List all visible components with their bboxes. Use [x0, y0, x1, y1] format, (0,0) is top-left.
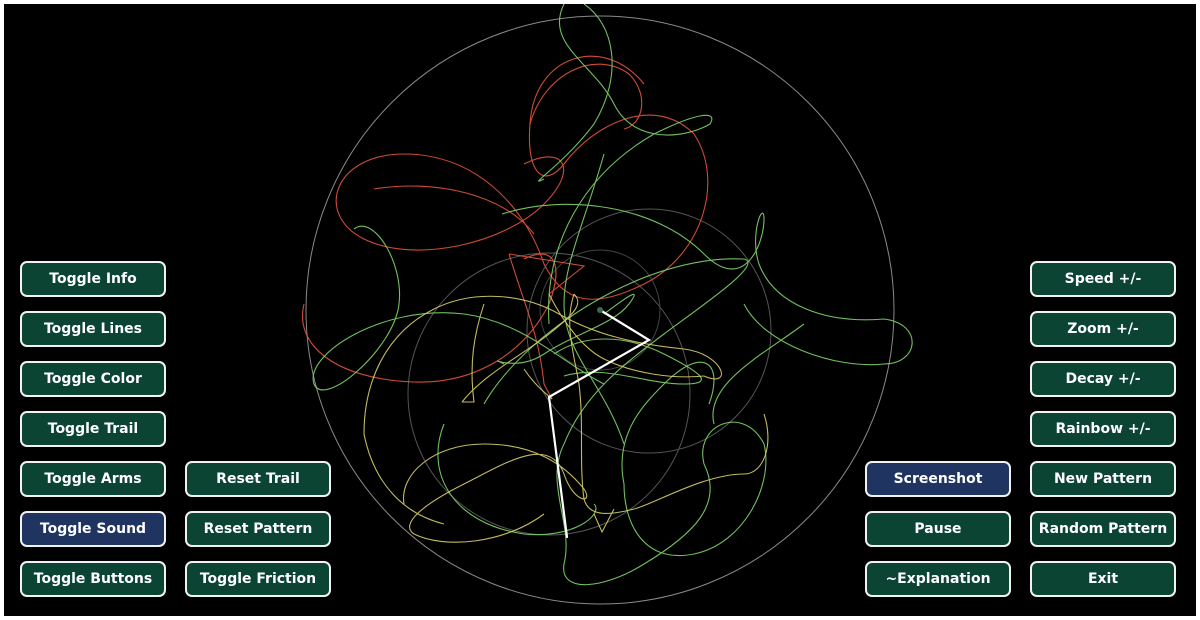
- btn-toggle-arms[interactable]: Toggle Arms: [20, 461, 166, 497]
- btn-toggle-info[interactable]: Toggle Info: [20, 261, 166, 297]
- simulation-canvas[interactable]: [4, 4, 1196, 616]
- btn-exit[interactable]: Exit: [1030, 561, 1176, 597]
- btn-reset-pattern[interactable]: Reset Pattern: [185, 511, 331, 547]
- btn-pause[interactable]: Pause: [865, 511, 1011, 547]
- btn-explanation[interactable]: ~Explanation: [865, 561, 1011, 597]
- btn-reset-trail[interactable]: Reset Trail: [185, 461, 331, 497]
- btn-toggle-buttons[interactable]: Toggle Buttons: [20, 561, 166, 597]
- btn-decay[interactable]: Decay +/-: [1030, 361, 1176, 397]
- btn-toggle-trail[interactable]: Toggle Trail: [20, 411, 166, 447]
- pendulum-arm-chain: [547, 308, 652, 539]
- pendulum-arms: [547, 308, 652, 539]
- btn-rainbow[interactable]: Rainbow +/-: [1030, 411, 1176, 447]
- inner-guide-circle: [526, 208, 772, 454]
- btn-new-pattern[interactable]: New Pattern: [1030, 461, 1176, 497]
- btn-toggle-friction[interactable]: Toggle Friction: [185, 561, 331, 597]
- btn-screenshot[interactable]: Screenshot: [865, 461, 1011, 497]
- pendulum-pivot: [597, 307, 603, 313]
- btn-random-pattern[interactable]: Random Pattern: [1030, 511, 1176, 547]
- btn-speed[interactable]: Speed +/-: [1030, 261, 1176, 297]
- pendulum-drawing: [302, 4, 913, 605]
- btn-zoom[interactable]: Zoom +/-: [1030, 311, 1176, 347]
- btn-toggle-color[interactable]: Toggle Color: [20, 361, 166, 397]
- btn-toggle-sound[interactable]: Toggle Sound: [20, 511, 166, 547]
- btn-toggle-lines[interactable]: Toggle Lines: [20, 311, 166, 347]
